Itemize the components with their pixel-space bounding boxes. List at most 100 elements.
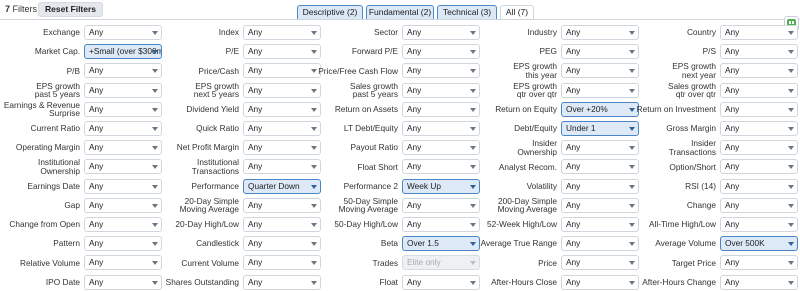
chevron-down-icon: [788, 69, 794, 74]
tab-all[interactable]: All (7): [500, 5, 534, 20]
tab-descriptive[interactable]: Descriptive (2): [297, 5, 363, 20]
filter-label-text: 20-Day Simple Moving Average: [179, 195, 239, 215]
chevron-down-icon: [788, 261, 794, 266]
filter-label-candlestick: Candlestick: [89, 234, 239, 253]
filter-select-after-hours-change[interactable]: Any: [720, 274, 798, 290]
filter-select-all-time-high-low[interactable]: Any: [720, 217, 798, 232]
filter-label-text: Gross Margin: [666, 123, 716, 134]
filter-label-analyst-recom: Analyst Recom.: [407, 157, 557, 176]
filter-label-return-on-assets: Return on Assets: [248, 100, 398, 119]
filter-label-payout-ratio: Payout Ratio: [248, 138, 398, 157]
filter-select-value: Any: [725, 161, 740, 172]
filter-label-index: Index: [89, 23, 239, 42]
chevron-down-icon: [788, 223, 794, 227]
filter-label-text: Quick Ratio: [196, 123, 239, 134]
filter-label-performance: Performance: [89, 177, 240, 196]
filter-row: Earnings Date Any Performance Quarter Down P…: [0, 177, 800, 196]
filter-select-option-short[interactable]: Any: [720, 159, 798, 175]
filter-label-text: IPO Date: [45, 276, 80, 287]
filter-label-institutional-transactions: Institutional Transactions: [89, 157, 239, 176]
filter-label-eps-growth-next-year: EPS growth next year: [566, 61, 716, 80]
filter-label-text: Return on Investment: [636, 104, 716, 114]
filter-label-after-hours-change: After-Hours Change: [566, 273, 716, 291]
filter-label-text: Earnings Date: [27, 180, 80, 191]
filter-select-sales-growth-qtr-over-qtr[interactable]: Any: [720, 82, 798, 98]
filter-select-eps-growth-next-year[interactable]: Any: [720, 63, 798, 79]
filter-label-average-true-range: Average True Range: [407, 234, 557, 253]
filter-label-text: Average Volume: [655, 238, 716, 249]
chevron-down-icon: [788, 184, 794, 189]
filter-label-eps-growth-this-year: EPS growth this year: [407, 61, 557, 80]
filter-label-text: 200-Day Simple Moving Average: [497, 195, 557, 215]
filter-label-price: Price: [407, 253, 557, 272]
filter-row: Pattern Any Candlestick Any Beta Over 1.5 Aver…: [0, 234, 800, 253]
filter-select-country[interactable]: Any: [720, 25, 798, 40]
filter-label-text: Trades: [372, 257, 398, 268]
filter-select-return-on-investment[interactable]: Any: [720, 101, 798, 117]
filter-label-text: EPS growth next 5 years: [193, 80, 239, 100]
filter-label-text: Price/Free Cash Flow: [318, 65, 398, 76]
filter-label-beta: Beta: [248, 234, 398, 253]
filter-label-price-cash: Price/Cash: [89, 61, 239, 80]
filter-label-change: Change: [566, 196, 716, 215]
filter-label-gross-margin: Gross Margin: [566, 119, 716, 138]
filter-label-text: RSI (14): [685, 180, 716, 191]
filter-select-p-s[interactable]: Any: [720, 44, 798, 60]
filter-label-trades: Trades: [248, 253, 398, 272]
filter-label-average-volume: Average Volume: [566, 234, 716, 253]
filter-label-operating-margin: Operating Margin: [0, 138, 80, 157]
filter-label-country: Country: [566, 23, 716, 42]
filter-label-text: Current Volume: [181, 257, 239, 268]
filter-label-text: 20-Day High/Low: [175, 219, 239, 230]
chevron-down-icon: [788, 31, 794, 35]
filter-label-text: Analyst Recom.: [498, 161, 557, 172]
filter-label-text: Insider Transactions: [668, 138, 716, 157]
filter-label-text: Current Ratio: [30, 123, 80, 134]
chevron-down-icon: [788, 203, 794, 208]
filter-label-market-cap: Market Cap.: [0, 42, 80, 61]
filter-label-current-volume: Current Volume: [89, 253, 239, 272]
filter-select-average-volume[interactable]: Over 500K: [720, 236, 798, 252]
filter-label-peg: PEG: [407, 42, 557, 61]
filter-label-text: P/S: [702, 46, 716, 57]
filter-select-gross-margin[interactable]: Any: [720, 121, 798, 136]
filter-select-insider-transactions[interactable]: Any: [720, 140, 798, 156]
filter-select-value: Any: [725, 257, 740, 268]
filter-label-text: All-Time High/Low: [648, 219, 716, 230]
filter-label-text: Candlestick: [196, 238, 239, 249]
filter-select-value: Any: [725, 276, 740, 287]
filter-label-target-price: Target Price: [566, 253, 716, 272]
filter-select-value: Over 500K: [725, 238, 765, 249]
reset-filters-button[interactable]: Reset Filters: [38, 2, 104, 17]
filter-label-p-s: P/S: [566, 42, 716, 61]
filter-row: Exchange Any Index Any Sector Any Industry Any C…: [0, 23, 800, 42]
filter-label-text: 50-Day Simple Moving Average: [338, 195, 398, 215]
filter-label-text: LT Debt/Equity: [343, 123, 398, 134]
filter-select-change[interactable]: Any: [720, 197, 798, 213]
filter-label-text: Float Short: [357, 161, 398, 172]
filter-select-target-price[interactable]: Any: [720, 255, 798, 271]
filter-row: Current Ratio Any Quick Ratio Any LT Debt/Eq…: [0, 119, 800, 138]
filter-count: 7 Filters: [5, 4, 37, 14]
filter-row: P/B Any Price/Cash Any Price/Free Cash Flow A…: [0, 61, 800, 80]
filter-label-text: Forward P/E: [351, 46, 398, 57]
filter-label-option-short: Option/Short: [566, 157, 716, 176]
filter-label-text: P/E: [225, 46, 239, 57]
filter-label-text: Change from Open: [9, 219, 80, 230]
filter-label-relative-volume: Relative Volume: [0, 253, 80, 272]
filter-label-text: Payout Ratio: [350, 142, 398, 153]
filter-label-20-day-high-low: 20-Day High/Low: [89, 215, 239, 234]
filter-label-200-day-simple-moving-average: 200-Day Simple Moving Average: [407, 196, 557, 215]
filter-select-rsi-14[interactable]: Any: [720, 178, 798, 194]
filter-row: IPO Date Any Shares Outstanding Any Float Any…: [0, 273, 800, 291]
filter-label-text: Sector: [374, 27, 398, 38]
chevron-down-icon: [788, 280, 794, 285]
tab-fundamental[interactable]: Fundamental (2): [366, 5, 434, 20]
tab-technical[interactable]: Technical (3): [437, 5, 497, 20]
filter-label-text: Return on Assets: [334, 104, 398, 114]
filter-row: Earnings & Revenue Surprise Any Dividend Y…: [0, 100, 800, 119]
filter-row: Market Cap.+Small (over $300mln)P/EAnyFo…: [0, 42, 800, 61]
filter-label-net-profit-margin: Net Profit Margin: [89, 138, 239, 157]
filter-label-text: Institutional Transactions: [191, 157, 239, 176]
filter-row: Change from Open Any 20-Day High/Low Any 50-…: [0, 215, 800, 234]
